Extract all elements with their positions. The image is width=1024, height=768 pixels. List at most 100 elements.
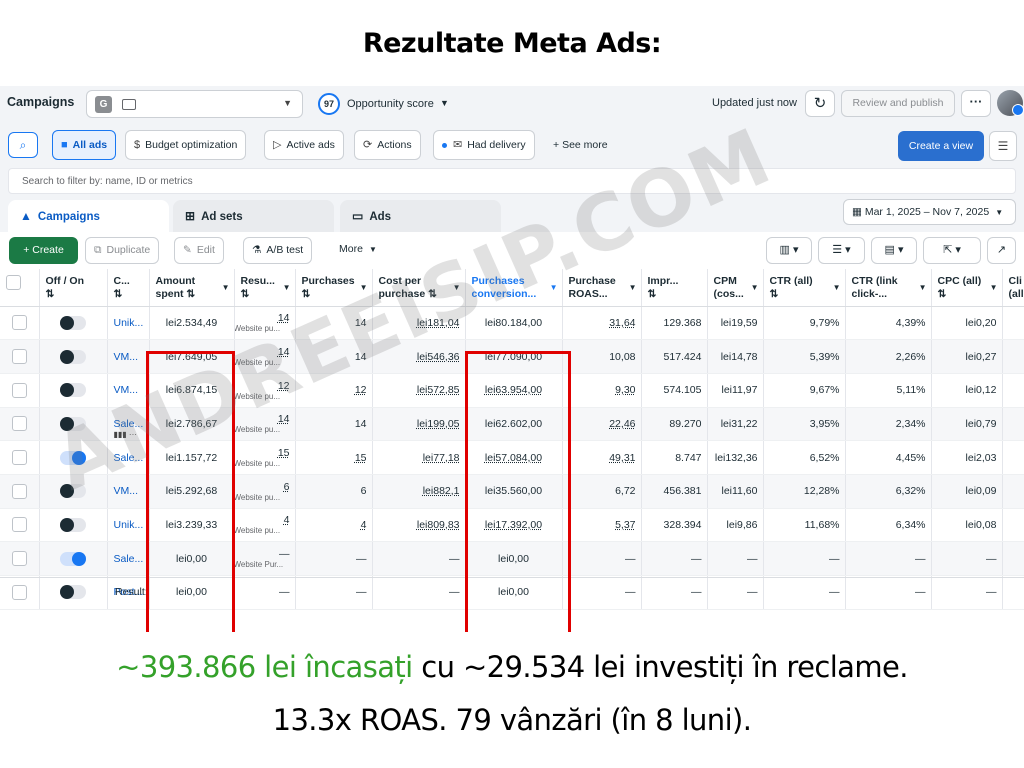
row-checkbox[interactable] (11, 517, 27, 533)
results-cell: — (234, 575, 296, 610)
table-panel: + Create ⧉ Duplicate ✎ Edit ⚗ A/B test More… (0, 232, 1024, 632)
review-publish-button[interactable]: Review and publish (841, 90, 955, 117)
header-clicks-all[interactable]: Cli (all (1002, 269, 1024, 307)
toggle-cell[interactable] (39, 339, 108, 374)
row-select-cell[interactable] (0, 474, 40, 509)
campaign-name-cell[interactable]: Sale... (107, 541, 150, 576)
row-select-cell[interactable] (0, 440, 40, 475)
purchases-value: 14 (354, 316, 367, 329)
row-chart-icon[interactable]: ▮▮▮ ··· (114, 430, 137, 439)
columns-icon[interactable]: ▥ ▾ (766, 237, 812, 264)
toggle-cell[interactable] (39, 575, 108, 610)
ab-test-button[interactable]: ⚗ A/B test (243, 237, 313, 264)
row-checkbox[interactable] (11, 349, 27, 365)
table-row[interactable]: Unik... lei2.534,49 14 Website pu... 14 lei18… (0, 306, 1024, 341)
filter-all-ads[interactable]: ■ All ads (52, 130, 117, 160)
on-off-toggle[interactable] (60, 349, 86, 364)
search-icon[interactable]: ⌕ (8, 132, 38, 158)
ctr-link-value: 6,32% (895, 485, 926, 498)
campaign-name-cell[interactable]: VM... (107, 339, 150, 374)
toggle-cell[interactable] (39, 373, 108, 408)
roas-cell: 22,46 (562, 407, 642, 442)
header-select-all[interactable] (0, 269, 40, 307)
header-impressions[interactable]: Impr... ⇅ (641, 269, 708, 307)
breakdown-icon[interactable]: ☰ ▾ (818, 237, 865, 264)
header-ctr-all[interactable]: CTR (all) ⇅ ▼ (763, 269, 846, 307)
header-results[interactable]: Resu... ⇅ ▼ (234, 269, 296, 307)
account-selector[interactable]: G ▼ (86, 90, 303, 118)
tab-campaigns[interactable]: ▲ Campaigns (8, 200, 169, 234)
edit-button[interactable]: ✎ Edit (174, 237, 224, 264)
create-view-button[interactable]: Create a view (898, 131, 984, 161)
toggle-cell[interactable] (39, 541, 108, 576)
filter-had-delivery[interactable]: ✉ Had delivery (433, 130, 535, 160)
row-checkbox[interactable] (11, 416, 27, 432)
create-button[interactable]: + Create (9, 237, 78, 264)
date-range-picker[interactable]: ▦ Mar 1, 2025 – Nov 7, 2025 ▼ (843, 199, 1016, 225)
reports-icon[interactable]: ▤ ▾ (871, 237, 917, 264)
toggle-cell[interactable] (39, 440, 108, 475)
tab-ads[interactable]: ▭ Ads (340, 200, 501, 234)
duplicate-button[interactable]: ⧉ Duplicate (85, 237, 160, 264)
row-checkbox[interactable] (11, 483, 27, 499)
purchases-value: — (356, 586, 367, 599)
header-cost-per-purchase[interactable]: Cost per purchase ⇅ ▼ (372, 269, 466, 307)
campaign-name-cell[interactable]: VM... (107, 474, 150, 509)
chevron-down-icon: ▼ (628, 283, 637, 292)
search-input[interactable]: Search to filter by: name, ID or metrics (8, 168, 1016, 194)
header-purchases-conversion[interactable]: Purchases conversion... ▼ (465, 269, 563, 307)
on-off-toggle[interactable] (60, 551, 86, 566)
on-off-toggle[interactable] (60, 484, 86, 499)
more-actions-dropdown[interactable]: More ▼ (339, 243, 377, 255)
header-campaign[interactable]: C... ⇅ (107, 269, 150, 307)
row-select-cell[interactable] (0, 575, 40, 610)
row-select-cell[interactable] (0, 306, 40, 341)
filter-actions[interactable]: ⟳ Actions (354, 130, 421, 160)
toggle-cell[interactable] (39, 306, 108, 341)
header-amount-spent[interactable]: Amount spent ⇅ ▼ (149, 269, 235, 307)
header-purchase-roas[interactable]: Purchase ROAS... ▼ (562, 269, 642, 307)
see-more-filters[interactable]: + See more (553, 139, 608, 151)
row-checkbox[interactable] (11, 584, 27, 600)
header-ctr-link[interactable]: CTR (link click-... ▼ (845, 269, 932, 307)
row-select-cell[interactable] (0, 373, 40, 408)
header-cpm[interactable]: CPM (cos... ▼ (707, 269, 764, 307)
ctr-link-value: — (915, 586, 926, 599)
toggle-cell[interactable] (39, 474, 108, 509)
header-label-line1: CPC (all) (937, 275, 982, 287)
row-checkbox[interactable] (11, 551, 27, 567)
filter-budget-optimization[interactable]: $ Budget optimization (125, 130, 247, 160)
row-checkbox[interactable] (11, 382, 27, 398)
export-icon[interactable]: ⇱ ▾ (923, 237, 981, 264)
on-off-toggle[interactable] (60, 585, 86, 600)
row-select-cell[interactable] (0, 339, 40, 374)
row-checkbox[interactable] (11, 450, 27, 466)
tab-ad-sets[interactable]: ⊞ Ad sets (173, 200, 334, 234)
on-off-toggle[interactable] (60, 517, 86, 532)
campaign-name-cell[interactable]: Unik... (107, 508, 150, 543)
header-cpc-all[interactable]: CPC (all) ⇅ ▼ (931, 269, 1003, 307)
row-select-cell[interactable] (0, 508, 40, 543)
select-all-checkbox[interactable] (6, 275, 21, 290)
on-off-toggle[interactable] (60, 383, 86, 398)
on-off-toggle[interactable] (60, 315, 86, 330)
row-checkbox[interactable] (11, 315, 27, 331)
campaign-name-cell[interactable]: Sale... (107, 440, 150, 475)
campaign-name-cell[interactable]: VM... (107, 373, 150, 408)
chart-icon[interactable]: ↗ (987, 237, 1016, 264)
on-off-toggle[interactable] (60, 450, 86, 465)
campaign-name-cell[interactable]: Unik... (107, 306, 150, 341)
header-purchases[interactable]: Purchases ⇅ ▼ (295, 269, 373, 307)
header-label-line2: ⇅ (45, 288, 55, 300)
row-select-cell[interactable] (0, 407, 40, 442)
refresh-button[interactable]: ↻ (805, 90, 835, 117)
filter-active-ads[interactable]: ▷ Active ads (264, 130, 344, 160)
toggle-cell[interactable] (39, 407, 108, 442)
header-off-on[interactable]: Off / On ⇅ (39, 269, 108, 307)
toggle-cell[interactable] (39, 508, 108, 543)
on-off-toggle[interactable] (60, 416, 86, 431)
sliders-icon[interactable]: ☰ (989, 131, 1017, 161)
more-options-button[interactable]: ··· (961, 90, 991, 117)
campaign-name-cell[interactable]: Sale... ▮▮▮ ··· (107, 407, 150, 442)
row-select-cell[interactable] (0, 541, 40, 576)
